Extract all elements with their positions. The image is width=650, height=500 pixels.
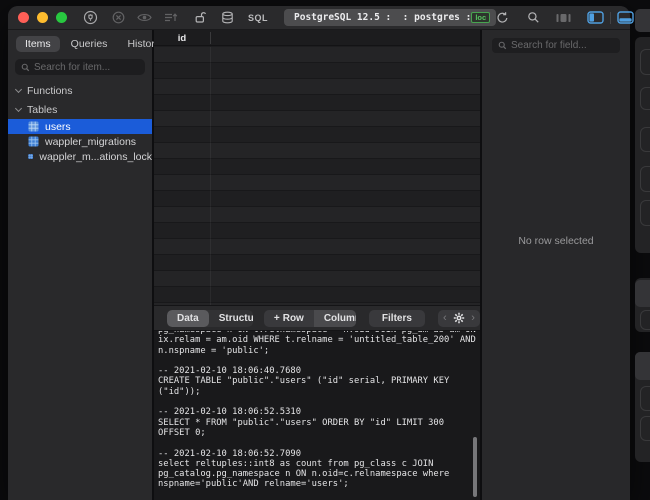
data-tab-button[interactable]: Data [167,310,209,327]
data-grid-pane: id Data Structure +Row Columns Filters [154,30,480,500]
search-icon [21,63,30,72]
background-window-fragment [630,0,650,500]
field-search-input[interactable]: Search for field... [492,38,620,53]
view-mode-segmented-control: Data Structure [167,310,253,327]
page-nav-group: ‹ › [438,310,480,327]
connection-icon[interactable] [83,10,98,26]
filters-button[interactable]: Filters [369,310,425,327]
local-connection-badge: loc [471,12,490,23]
toggle-left-panel-icon[interactable] [587,10,604,26]
sidebar-tab-bar: Items Queries History [8,30,152,56]
column-header-id[interactable]: id [154,30,210,46]
sql-log-scrollbar[interactable] [473,437,477,497]
sidebar-tab-queries[interactable]: Queries [62,36,117,52]
table-grid-icon [28,136,39,147]
sidebar-search-input[interactable]: Search for item... [15,59,145,75]
grid-toolbar: Data Structure +Row Columns Filters ‹ › [154,305,480,331]
add-row-button[interactable]: +Row [264,310,314,327]
no-row-selected-text: No row selected [482,235,630,247]
field-search-placeholder: Search for field... [511,40,587,51]
import-list-icon[interactable] [164,10,178,26]
window-title: PostgreSQL 12.5 : : postgres : [294,12,471,23]
table-item-wappler-migrations-lock[interactable]: wappler_m...ations_lock [8,149,152,164]
zoom-window-button[interactable] [56,12,67,23]
window-title-pill[interactable]: PostgreSQL 12.5 : : postgres : loc [284,9,496,26]
disconnect-icon[interactable] [112,10,125,26]
grid-header-row: id [154,30,480,46]
sidebar-search-placeholder: Search for item... [34,62,110,73]
tree-section-functions[interactable]: Functions [8,81,152,100]
database-icon[interactable] [221,10,234,26]
close-window-button[interactable] [18,12,29,23]
sidebar: Items Queries History Search for item...… [8,30,152,500]
minimize-window-button[interactable] [37,12,48,23]
table-item-users[interactable]: users [8,119,152,134]
previous-page-button[interactable]: ‹ [438,310,452,327]
plus-icon: + [274,313,280,324]
column-separator [210,47,211,305]
columns-button[interactable]: Columns [314,310,356,327]
tree-section-tables[interactable]: Tables [8,100,152,119]
eye-icon[interactable] [137,10,152,26]
app-window: SQL PostgreSQL 12.5 : : postgres : loc [8,6,630,500]
next-page-button[interactable]: › [466,310,480,327]
refresh-icon[interactable] [496,10,509,26]
titlebar: SQL PostgreSQL 12.5 : : postgres : loc [8,6,630,30]
table-grid-icon [28,151,33,162]
chevron-down-icon [15,86,22,93]
row-detail-panel: Search for field... No row selected [482,30,630,500]
sql-log-panel[interactable]: pg_namespace n ON t.relnamespace = n.oid… [154,331,480,500]
sql-log-text: pg_namespace n ON t.relnamespace = n.oid… [158,331,480,500]
traffic-lights [18,12,67,23]
grid-rows-area[interactable] [154,47,480,305]
search-icon [498,41,507,50]
column-resize-handle[interactable] [210,32,211,44]
gear-icon[interactable] [452,310,467,327]
sidebar-tab-items[interactable]: Items [16,36,60,52]
chevron-down-icon [15,105,22,112]
tab-bar-icon[interactable] [556,10,571,26]
sql-editor-button[interactable]: SQL [248,13,268,23]
table-grid-icon [28,121,39,132]
table-item-wappler-migrations[interactable]: wappler_migrations [8,134,152,149]
lock-open-icon[interactable] [194,10,207,26]
structure-tab-button[interactable]: Structure [209,310,253,327]
search-icon[interactable] [527,10,540,26]
row-columns-group: +Row Columns [264,310,356,327]
